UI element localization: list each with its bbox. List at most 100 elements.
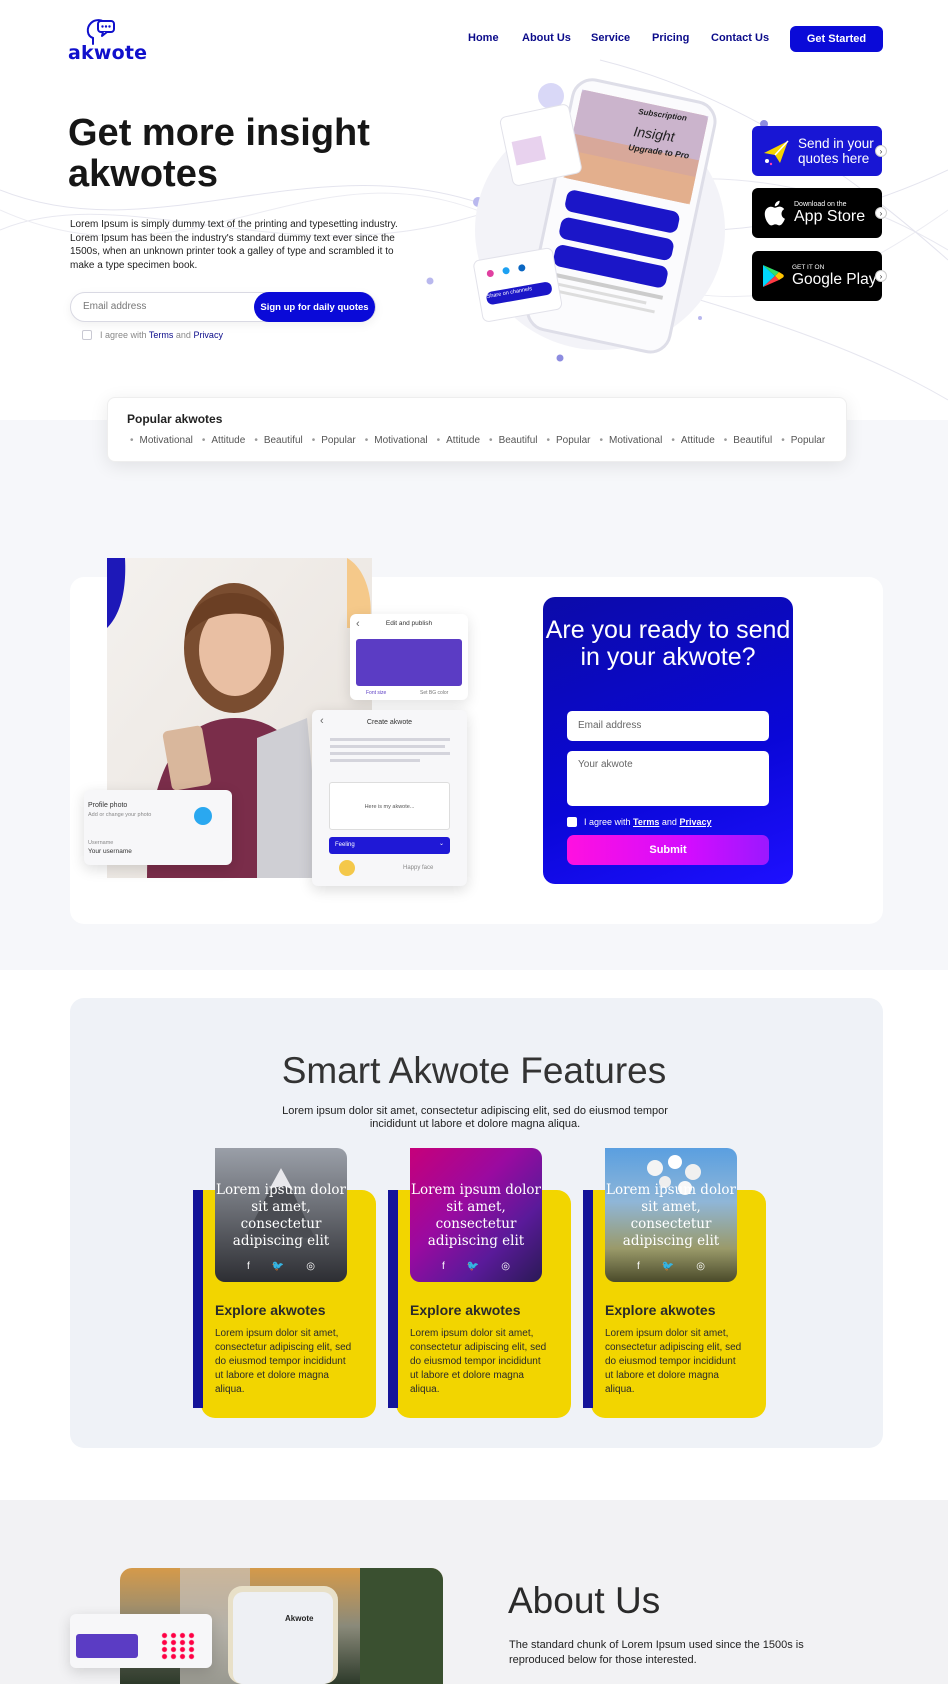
paper-plane-icon — [764, 140, 789, 166]
feature-title: Explore akwotes — [410, 1302, 521, 1318]
instagram-icon[interactable]: ◎ — [306, 1261, 315, 1272]
username-value: Your username — [88, 848, 132, 855]
smiley-icon — [339, 860, 355, 876]
social-icons: f 🐦 ◎ — [605, 1261, 737, 1272]
feeling-label: Feeling — [335, 842, 355, 848]
tag-item[interactable]: Beautiful — [254, 435, 303, 446]
quote-preview — [76, 1634, 138, 1658]
google-play-button[interactable]: GET IT ON Google Play › — [752, 251, 887, 301]
tag-item[interactable]: Attitude — [202, 435, 245, 446]
twitter-icon[interactable]: 🐦 — [467, 1261, 479, 1272]
ready-terms-link[interactable]: Terms — [633, 817, 659, 827]
app-store-button[interactable]: Download on the App Store › — [752, 188, 887, 238]
agree-checkbox[interactable] — [82, 330, 92, 340]
about-mockup-card — [70, 1614, 212, 1668]
feature-card[interactable]: Lorem ipsum dolor sit amet, consectetur … — [583, 1148, 768, 1418]
tag-item[interactable]: Attitude — [671, 435, 715, 446]
chevron-right-icon: › — [875, 207, 887, 219]
feature-text: Lorem ipsum dolor sit amet, consectetur … — [410, 1328, 547, 1395]
feature-image-text: Lorem ipsum dolor sit amet, consectetur … — [216, 1182, 346, 1249]
ready-email-field[interactable]: Email address — [567, 711, 769, 741]
happy-face-label: Happy face — [403, 865, 434, 871]
instagram-icon[interactable]: ◎ — [696, 1261, 705, 1272]
phone-mockup: Subscription Insight Upgrade to Pro Shar… — [470, 70, 750, 360]
edit-publish-card: ‹ Edit and publish Font size Set BG colo… — [350, 614, 468, 700]
ready-form-card: Are you ready to send in your akwote? Em… — [543, 597, 793, 884]
tag-item[interactable]: Popular — [312, 435, 355, 446]
tag-item[interactable]: Motivational — [130, 435, 193, 446]
create-title: Create akwote — [366, 719, 413, 726]
hero-description: Lorem Ipsum is simply dummy text of the … — [70, 219, 398, 271]
features-description: Lorem ipsum dolor sit amet, consectetur … — [282, 1105, 668, 1130]
email-placeholder: Email address — [83, 301, 147, 312]
about-title: About Us — [508, 1580, 661, 1621]
feature-image-text: Lorem ipsum dolor sit amet, consectetur … — [606, 1182, 736, 1249]
profile-photo-sub: Add or change your photo — [88, 812, 152, 818]
privacy-link[interactable]: Privacy — [193, 330, 223, 340]
terms-link[interactable]: Terms — [149, 330, 174, 340]
appstore-label: App Store — [794, 207, 866, 225]
feature-title: Explore akwotes — [605, 1302, 716, 1318]
agree-row: I agree with Terms and Privacy — [82, 330, 223, 340]
feature-card[interactable]: Lorem ipsum dolor sit amet, consectetur … — [388, 1148, 573, 1418]
tag-item[interactable]: Attitude — [437, 435, 480, 446]
facebook-icon[interactable]: f — [442, 1261, 445, 1272]
get-started-button[interactable]: Get Started — [790, 26, 883, 52]
twitter-icon[interactable]: 🐦 — [662, 1261, 674, 1272]
feature-card-accent — [388, 1190, 398, 1408]
tag-item[interactable]: Popular — [781, 435, 825, 446]
camera-icon[interactable] — [194, 807, 212, 825]
send-quotes-button[interactable]: Send in your quotes here › — [752, 126, 887, 176]
ready-privacy-link[interactable]: Privacy — [679, 817, 711, 827]
agree-and: and — [175, 330, 191, 340]
ready-agree-prefix: I agree with — [584, 817, 631, 827]
nav-about[interactable]: About Us — [522, 32, 571, 44]
instagram-icon[interactable]: ◎ — [501, 1261, 510, 1272]
popular-tags: Motivational Attitude Beautiful Popular … — [130, 435, 834, 446]
facebook-icon[interactable]: f — [247, 1261, 250, 1272]
nav-contact[interactable]: Contact Us — [711, 32, 769, 44]
color-palette[interactable] — [160, 1632, 196, 1660]
twitter-icon[interactable]: 🐦 — [272, 1261, 284, 1272]
apple-icon — [764, 200, 785, 226]
google-play-icon — [763, 265, 784, 287]
logo[interactable]: akwote — [68, 18, 147, 64]
feature-card-accent — [193, 1190, 203, 1408]
google-label: Google Play — [792, 270, 877, 288]
profile-photo-label: Profile photo — [88, 802, 128, 809]
bg-color-label[interactable]: Set BG color — [420, 690, 448, 696]
feeling-select[interactable]: Feeling ⌄ — [329, 837, 450, 854]
feature-title: Explore akwotes — [215, 1302, 326, 1318]
tag-item[interactable]: Motivational — [599, 435, 662, 446]
ready-agree-and: and — [661, 817, 677, 827]
ready-quote-field[interactable]: Your akwote — [567, 751, 769, 806]
signup-button[interactable]: Sign up for daily quotes — [254, 292, 375, 322]
social-icons: f 🐦 ◎ — [215, 1261, 347, 1272]
tag-item[interactable]: Motivational — [365, 435, 427, 446]
submit-button[interactable]: Submit — [567, 835, 769, 865]
facebook-icon[interactable]: f — [637, 1261, 640, 1272]
feature-text: Lorem ipsum dolor sit amet, consectetur … — [605, 1328, 742, 1395]
tag-item[interactable]: Beautiful — [489, 435, 538, 446]
feature-card[interactable]: Lorem ipsum dolor sit amet, consectetur … — [193, 1148, 378, 1418]
font-size-label[interactable]: Font size — [366, 690, 386, 696]
about-description: The standard chunk of Lorem Ipsum used s… — [509, 1639, 804, 1666]
google-small-label: GET IT ON — [792, 263, 825, 271]
ready-agree-row: I agree with Terms and Privacy — [567, 817, 712, 827]
nav-pricing[interactable]: Pricing — [652, 32, 689, 44]
ready-title: Are you ready to send in your akwote? — [545, 616, 791, 671]
features-title: Smart Akwote Features — [281, 1050, 667, 1091]
about-app-name: Akwote — [285, 1614, 314, 1623]
chevron-down-icon: ⌄ — [438, 841, 444, 847]
hero-title: Get more insight akwotes — [68, 112, 370, 195]
akwote-textarea[interactable]: Here is my akwote... — [329, 782, 450, 830]
appstore-small-label: Download on the — [794, 200, 847, 208]
popular-title: Popular akwotes — [127, 412, 223, 426]
feature-image-text: Lorem ipsum dolor sit amet, consectetur … — [411, 1182, 541, 1249]
ready-agree-checkbox[interactable] — [567, 817, 577, 827]
nav-home[interactable]: Home — [468, 32, 499, 44]
brand-name: akwote — [68, 42, 148, 64]
tag-item[interactable]: Popular — [546, 435, 590, 446]
tag-item[interactable]: Beautiful — [724, 435, 772, 446]
nav-service[interactable]: Service — [591, 32, 630, 44]
